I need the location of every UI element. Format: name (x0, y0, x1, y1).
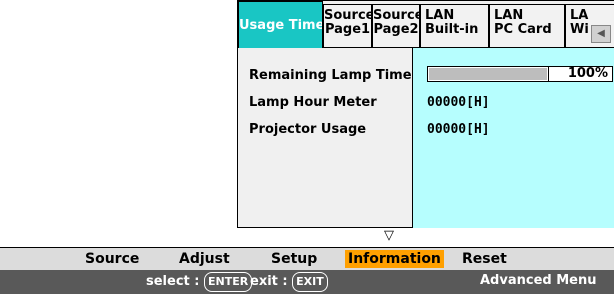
tab-label-line1: Source (373, 8, 420, 23)
tab-label-line2: Page1 (324, 22, 371, 37)
menu-setup[interactable]: Setup (268, 250, 320, 268)
tab-label-line2: Page2 (373, 22, 419, 37)
tab-scroll-left-button[interactable]: ◀ (591, 25, 611, 43)
tab-label-line1: Source (324, 8, 372, 23)
tab-source-page1[interactable]: Source Page1 (323, 4, 372, 48)
key-hint-bar: select : ENTER exit : EXIT Advanced Menu (0, 270, 614, 294)
select-hint-label: select : (146, 274, 200, 289)
down-arrow-icon: ▽ (384, 228, 394, 243)
triangle-left-icon: ◀ (597, 28, 605, 39)
tab-label: Usage Time (239, 18, 323, 33)
tab-label-line2: PC Card (494, 22, 552, 37)
select-hint: select : ENTER (146, 272, 253, 292)
exit-hint-label: exit : (250, 274, 288, 289)
exit-hint: exit : EXIT (250, 272, 328, 292)
gauge-fill (429, 68, 547, 80)
menu-source[interactable]: Source (82, 250, 142, 268)
projector-usage-value: 00000[H] (427, 122, 490, 137)
tab-source-page2[interactable]: Source Page2 (372, 4, 420, 48)
value-column: 100% 00000[H] 00000[H] (413, 48, 614, 228)
remaining-lamp-time-value: 100% (567, 66, 608, 81)
tab-label-line2: Built-in (425, 22, 479, 37)
information-window: Usage Time Source Page1 Source Page2 LAN… (237, 0, 614, 228)
usage-time-panel: Remaining Lamp Time Lamp Hour Meter Proj… (238, 47, 614, 228)
advanced-menu-label: Advanced Menu (480, 273, 597, 288)
tab-lan-pccard[interactable]: LAN PC Card (489, 4, 565, 48)
remaining-lamp-time-gauge: 100% (427, 66, 613, 82)
menu-adjust[interactable]: Adjust (176, 250, 233, 268)
main-menu-bar: Source Adjust Setup Information Reset (0, 247, 614, 270)
remaining-lamp-time-label: Remaining Lamp Time (249, 68, 412, 83)
tab-label-line1: LAN (425, 8, 455, 23)
label-column: Remaining Lamp Time Lamp Hour Meter Proj… (238, 48, 413, 228)
tab-label-line1: LA (570, 8, 589, 23)
lamp-hour-meter-value: 00000[H] (427, 95, 490, 110)
projector-usage-label: Projector Usage (249, 122, 367, 137)
menu-reset[interactable]: Reset (459, 250, 510, 268)
exit-key-icon: EXIT (292, 272, 328, 292)
lamp-hour-meter-label: Lamp Hour Meter (249, 95, 377, 110)
tab-strip: Usage Time Source Page1 Source Page2 LAN… (238, 1, 614, 48)
tab-usage-time[interactable]: Usage Time (238, 1, 323, 48)
menu-information[interactable]: Information (345, 250, 444, 268)
tab-label-line1: LAN (494, 8, 524, 23)
enter-key-icon: ENTER (204, 272, 253, 292)
tab-lan-builtin[interactable]: LAN Built-in (420, 4, 489, 48)
